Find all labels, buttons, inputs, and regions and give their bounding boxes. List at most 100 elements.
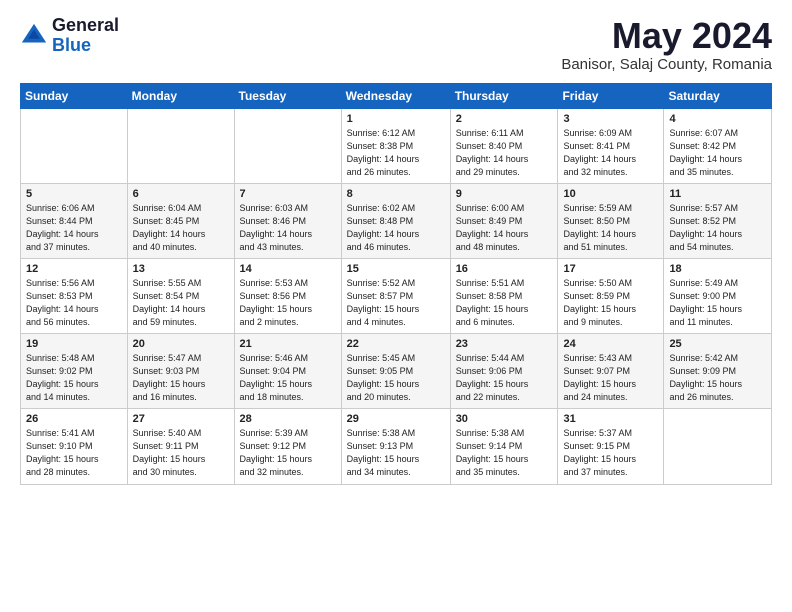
day-number: 14 <box>240 263 336 275</box>
logo-general-text: General <box>52 16 119 36</box>
calendar-cell: 21Sunrise: 5:46 AM Sunset: 9:04 PM Dayli… <box>234 334 341 409</box>
col-tuesday: Tuesday <box>234 83 341 108</box>
day-number: 23 <box>456 338 553 350</box>
calendar-cell: 29Sunrise: 5:38 AM Sunset: 9:13 PM Dayli… <box>341 409 450 484</box>
calendar-cell: 4 Sunrise: 6:07 AM Sunset: 8:42 PM Daylig… <box>664 108 772 183</box>
month-title: May 2024 <box>561 16 772 56</box>
day-number: 3 <box>563 113 658 125</box>
day-info: Sunrise: 6:12 AM Sunset: 8:38 PM Dayligh… <box>347 127 445 179</box>
page: General Blue May 2024 Banisor, Salaj Cou… <box>0 0 792 505</box>
day-number: 30 <box>456 413 553 425</box>
calendar-cell: 28 Sunrise: 5:39 AM Sunset: 9:12 PM Dayli… <box>234 409 341 484</box>
calendar-cell: 2 Sunrise: 6:11 AM Sunset: 8:40 PM Daylig… <box>450 108 558 183</box>
calendar-cell: 27 Sunrise: 5:40 AM Sunset: 9:11 PM Dayli… <box>127 409 234 484</box>
day-info: Sunrise: 5:57 AM Sunset: 8:52 PM Dayligh… <box>669 202 766 254</box>
calendar-cell: 11Sunrise: 5:57 AM Sunset: 8:52 PM Dayli… <box>664 183 772 258</box>
day-number: 8 <box>347 188 445 200</box>
calendar-cell: 5 Sunrise: 6:06 AM Sunset: 8:44 PM Daylig… <box>21 183 128 258</box>
day-number: 31 <box>563 413 658 425</box>
calendar-cell: 20Sunrise: 5:47 AM Sunset: 9:03 PM Dayli… <box>127 334 234 409</box>
day-number: 4 <box>669 113 766 125</box>
day-number: 7 <box>240 188 336 200</box>
calendar-cell: 26 Sunrise: 5:41 AM Sunset: 9:10 PM Dayli… <box>21 409 128 484</box>
day-info: Sunrise: 6:11 AM Sunset: 8:40 PM Dayligh… <box>456 127 553 179</box>
day-number: 18 <box>669 263 766 275</box>
day-number: 16 <box>456 263 553 275</box>
calendar-cell: 18 Sunrise: 5:49 AM Sunset: 9:00 PM Dayli… <box>664 258 772 333</box>
calendar-cell: 7Sunrise: 6:03 AM Sunset: 8:46 PM Daylig… <box>234 183 341 258</box>
day-number: 26 <box>26 413 122 425</box>
day-number: 12 <box>26 263 122 275</box>
day-info: Sunrise: 6:04 AM Sunset: 8:45 PM Dayligh… <box>133 202 229 254</box>
calendar-row-2: 5 Sunrise: 6:06 AM Sunset: 8:44 PM Daylig… <box>21 183 772 258</box>
calendar-row-5: 26 Sunrise: 5:41 AM Sunset: 9:10 PM Dayli… <box>21 409 772 484</box>
calendar-cell: 24Sunrise: 5:43 AM Sunset: 9:07 PM Dayli… <box>558 334 664 409</box>
col-saturday: Saturday <box>664 83 772 108</box>
logo: General Blue <box>20 16 119 56</box>
logo-blue-text: Blue <box>52 36 119 56</box>
day-number: 22 <box>347 338 445 350</box>
calendar-cell: 19Sunrise: 5:48 AM Sunset: 9:02 PM Dayli… <box>21 334 128 409</box>
day-number: 28 <box>240 413 336 425</box>
calendar-cell: 12 Sunrise: 5:56 AM Sunset: 8:53 PM Dayli… <box>21 258 128 333</box>
day-info: Sunrise: 5:41 AM Sunset: 9:10 PM Dayligh… <box>26 427 122 479</box>
day-info: Sunrise: 6:02 AM Sunset: 8:48 PM Dayligh… <box>347 202 445 254</box>
day-number: 2 <box>456 113 553 125</box>
calendar-cell: 16 Sunrise: 5:51 AM Sunset: 8:58 PM Dayli… <box>450 258 558 333</box>
calendar-cell: 9Sunrise: 6:00 AM Sunset: 8:49 PM Daylig… <box>450 183 558 258</box>
day-info: Sunrise: 6:07 AM Sunset: 8:42 PM Dayligh… <box>669 127 766 179</box>
calendar-cell: 17 Sunrise: 5:50 AM Sunset: 8:59 PM Dayli… <box>558 258 664 333</box>
header: General Blue May 2024 Banisor, Salaj Cou… <box>20 16 772 73</box>
calendar-header-row: Sunday Monday Tuesday Wednesday Thursday… <box>21 83 772 108</box>
day-info: Sunrise: 5:49 AM Sunset: 9:00 PM Dayligh… <box>669 277 766 329</box>
calendar-cell: 25Sunrise: 5:42 AM Sunset: 9:09 PM Dayli… <box>664 334 772 409</box>
calendar-cell: 22 Sunrise: 5:45 AM Sunset: 9:05 PM Dayli… <box>341 334 450 409</box>
day-info: Sunrise: 5:45 AM Sunset: 9:05 PM Dayligh… <box>347 352 445 404</box>
day-number: 1 <box>347 113 445 125</box>
location: Banisor, Salaj County, Romania <box>561 56 772 73</box>
calendar-cell: 30 Sunrise: 5:38 AM Sunset: 9:14 PM Dayli… <box>450 409 558 484</box>
title-block: May 2024 Banisor, Salaj County, Romania <box>561 16 772 73</box>
calendar: Sunday Monday Tuesday Wednesday Thursday… <box>20 83 772 485</box>
calendar-cell: 15 Sunrise: 5:52 AM Sunset: 8:57 PM Dayli… <box>341 258 450 333</box>
day-number: 15 <box>347 263 445 275</box>
calendar-cell: 23Sunrise: 5:44 AM Sunset: 9:06 PM Dayli… <box>450 334 558 409</box>
day-number: 17 <box>563 263 658 275</box>
day-info: Sunrise: 6:09 AM Sunset: 8:41 PM Dayligh… <box>563 127 658 179</box>
logo-icon <box>20 22 48 50</box>
day-number: 6 <box>133 188 229 200</box>
day-number: 21 <box>240 338 336 350</box>
calendar-row-1: 1 Sunrise: 6:12 AM Sunset: 8:38 PM Daylig… <box>21 108 772 183</box>
calendar-cell: 1 Sunrise: 6:12 AM Sunset: 8:38 PM Daylig… <box>341 108 450 183</box>
day-info: Sunrise: 5:53 AM Sunset: 8:56 PM Dayligh… <box>240 277 336 329</box>
day-number: 10 <box>563 188 658 200</box>
day-number: 27 <box>133 413 229 425</box>
col-thursday: Thursday <box>450 83 558 108</box>
day-number: 13 <box>133 263 229 275</box>
day-info: Sunrise: 5:37 AM Sunset: 9:15 PM Dayligh… <box>563 427 658 479</box>
day-info: Sunrise: 5:52 AM Sunset: 8:57 PM Dayligh… <box>347 277 445 329</box>
calendar-cell <box>127 108 234 183</box>
day-info: Sunrise: 5:55 AM Sunset: 8:54 PM Dayligh… <box>133 277 229 329</box>
calendar-cell: 6 Sunrise: 6:04 AM Sunset: 8:45 PM Daylig… <box>127 183 234 258</box>
col-sunday: Sunday <box>21 83 128 108</box>
day-number: 20 <box>133 338 229 350</box>
day-info: Sunrise: 5:38 AM Sunset: 9:13 PM Dayligh… <box>347 427 445 479</box>
calendar-cell: 31 Sunrise: 5:37 AM Sunset: 9:15 PM Dayli… <box>558 409 664 484</box>
day-info: Sunrise: 5:51 AM Sunset: 8:58 PM Dayligh… <box>456 277 553 329</box>
calendar-cell <box>664 409 772 484</box>
day-info: Sunrise: 5:38 AM Sunset: 9:14 PM Dayligh… <box>456 427 553 479</box>
day-number: 9 <box>456 188 553 200</box>
day-info: Sunrise: 5:39 AM Sunset: 9:12 PM Dayligh… <box>240 427 336 479</box>
day-number: 5 <box>26 188 122 200</box>
day-number: 19 <box>26 338 122 350</box>
day-info: Sunrise: 6:06 AM Sunset: 8:44 PM Dayligh… <box>26 202 122 254</box>
logo-text: General Blue <box>52 16 119 56</box>
calendar-cell: 8 Sunrise: 6:02 AM Sunset: 8:48 PM Daylig… <box>341 183 450 258</box>
calendar-cell <box>21 108 128 183</box>
calendar-cell <box>234 108 341 183</box>
calendar-cell: 3 Sunrise: 6:09 AM Sunset: 8:41 PM Daylig… <box>558 108 664 183</box>
day-info: Sunrise: 5:40 AM Sunset: 9:11 PM Dayligh… <box>133 427 229 479</box>
day-info: Sunrise: 5:50 AM Sunset: 8:59 PM Dayligh… <box>563 277 658 329</box>
day-info: Sunrise: 5:56 AM Sunset: 8:53 PM Dayligh… <box>26 277 122 329</box>
